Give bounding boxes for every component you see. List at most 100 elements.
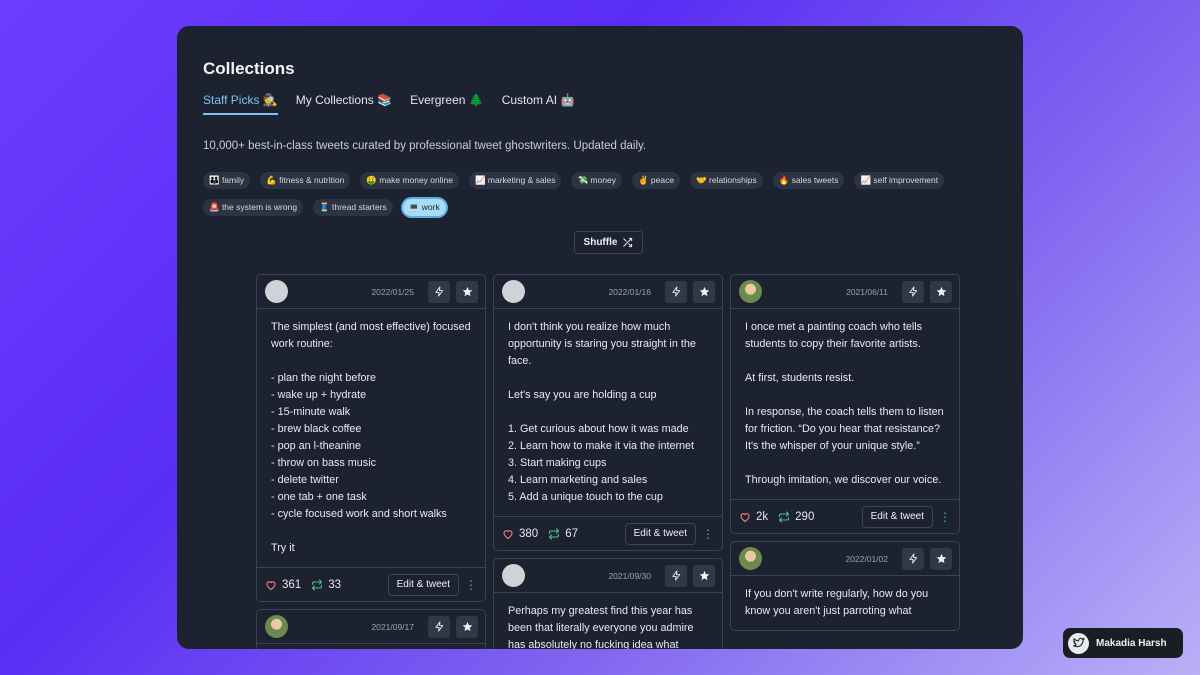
favorite-button[interactable] bbox=[693, 564, 715, 587]
bolt-icon bbox=[434, 286, 443, 297]
tag-work[interactable]: 💻 work bbox=[402, 199, 446, 216]
collection-tabs: Staff Picks 🕵️ My Collections 📚 Evergree… bbox=[203, 93, 575, 115]
card-header: 2021/09/17 bbox=[257, 610, 485, 644]
card-footer: 2k 290 Edit & tweet ⋮ bbox=[731, 499, 959, 533]
tweet-date: 2021/06/11 bbox=[846, 286, 888, 297]
retweet-count: 33 bbox=[328, 578, 341, 591]
more-vertical-icon[interactable]: ⋮ bbox=[939, 510, 951, 524]
tweet-column-3: 2021/06/11 I once met a painting coach w… bbox=[730, 274, 960, 638]
page-title: Collections bbox=[203, 59, 295, 78]
like-stat: 380 bbox=[502, 528, 538, 540]
like-count: 2k bbox=[756, 510, 769, 523]
card-header: 2021/09/30 bbox=[494, 559, 722, 593]
favorite-button[interactable] bbox=[456, 280, 478, 303]
avatar bbox=[502, 564, 525, 587]
collection-description: 10,000+ best-in-class tweets curated by … bbox=[203, 140, 647, 152]
tag-marketing-sales[interactable]: 📈 marketing & sales bbox=[468, 172, 562, 189]
generate-button[interactable] bbox=[902, 280, 924, 303]
generate-button[interactable] bbox=[428, 280, 450, 303]
edit-tweet-button[interactable]: Edit & tweet bbox=[861, 505, 933, 528]
like-stat: 361 bbox=[265, 579, 301, 591]
tag-thread-starters[interactable]: 🧵 thread starters bbox=[313, 199, 393, 216]
shuffle-button[interactable]: Shuffle bbox=[574, 231, 643, 254]
retweet-icon bbox=[779, 510, 790, 523]
tweet-card: 2022/01/02 If you don't write regularly,… bbox=[730, 541, 960, 631]
tab-evergreen[interactable]: Evergreen 🌲 bbox=[410, 93, 484, 115]
tweet-text: The simplest (and most effective) focuse… bbox=[271, 321, 471, 554]
generate-button[interactable] bbox=[665, 564, 687, 587]
tab-custom-ai[interactable]: Custom AI 🤖 bbox=[502, 93, 576, 115]
tweet-date: 2022/01/16 bbox=[608, 286, 651, 297]
generate-button[interactable] bbox=[428, 615, 450, 638]
avatar bbox=[739, 280, 762, 303]
tag-filter-list: 👪 family 💪 fitness & nutrition 🤑 make mo… bbox=[203, 172, 993, 216]
card-header: 2022/01/16 bbox=[494, 275, 722, 309]
tweet-card: 2021/09/30 Perhaps my greatest find this… bbox=[493, 558, 723, 649]
tag-sales-tweets[interactable]: 🔥 sales tweets bbox=[772, 172, 845, 189]
tag-money[interactable]: 💸 money bbox=[571, 172, 622, 189]
tweet-text: I don't think you realize how much oppor… bbox=[508, 321, 696, 503]
star-icon bbox=[462, 621, 472, 632]
tweet-date: 2021/09/17 bbox=[371, 621, 414, 632]
card-header: 2022/01/25 bbox=[257, 275, 485, 309]
bolt-icon bbox=[671, 570, 680, 581]
edit-tweet-button[interactable]: Edit & tweet bbox=[387, 573, 459, 596]
star-icon bbox=[699, 570, 709, 581]
avatar bbox=[265, 615, 288, 638]
star-icon bbox=[462, 286, 472, 297]
retweet-stat: 33 bbox=[311, 579, 341, 591]
tab-my-collections[interactable]: My Collections 📚 bbox=[296, 93, 392, 115]
tweet-text: If you don't write regularly, how do you… bbox=[745, 588, 929, 617]
more-vertical-icon[interactable]: ⋮ bbox=[465, 578, 477, 592]
tag-family[interactable]: 👪 family bbox=[203, 172, 251, 189]
retweet-icon bbox=[549, 527, 560, 540]
heart-icon bbox=[266, 580, 276, 590]
like-count: 361 bbox=[282, 578, 302, 591]
card-header: 2021/06/11 bbox=[731, 275, 959, 309]
tweet-date: 2022/01/02 bbox=[845, 553, 888, 564]
card-header: 2022/01/02 bbox=[731, 542, 959, 576]
generate-button[interactable] bbox=[902, 547, 924, 570]
shuffle-label: Shuffle bbox=[583, 237, 618, 248]
tweet-column-1: 2022/01/25 The simplest (and most effect… bbox=[256, 274, 486, 649]
favorite-button[interactable] bbox=[456, 615, 478, 638]
retweet-stat: 67 bbox=[548, 528, 578, 540]
shuffle-icon bbox=[623, 237, 633, 248]
collections-panel: Collections Staff Picks 🕵️ My Collection… bbox=[177, 26, 1023, 649]
avatar bbox=[502, 280, 525, 303]
tag-relationships[interactable]: 🤝 relationships bbox=[690, 172, 763, 189]
tab-staff-picks[interactable]: Staff Picks 🕵️ bbox=[203, 93, 278, 115]
card-footer: 380 67 Edit & tweet ⋮ bbox=[494, 516, 722, 550]
tweet-date: 2021/09/30 bbox=[608, 570, 651, 581]
retweet-stat: 290 bbox=[778, 511, 814, 523]
edit-tweet-button[interactable]: Edit & tweet bbox=[624, 522, 696, 545]
bolt-icon bbox=[908, 553, 917, 564]
author-badge[interactable]: Makadia Harsh bbox=[1063, 628, 1183, 658]
favorite-button[interactable] bbox=[930, 547, 952, 570]
favorite-button[interactable] bbox=[930, 280, 952, 303]
favorite-button[interactable] bbox=[693, 280, 715, 303]
avatar bbox=[265, 280, 288, 303]
like-stat: 2k bbox=[739, 511, 768, 523]
tweet-date: 2022/01/25 bbox=[371, 286, 414, 297]
tweet-column-2: 2022/01/16 I don't think you realize how… bbox=[493, 274, 723, 649]
retweet-icon bbox=[312, 578, 323, 591]
more-vertical-icon[interactable]: ⋮ bbox=[702, 527, 714, 541]
tag-fitness-nutrition[interactable]: 💪 fitness & nutrition bbox=[260, 172, 351, 189]
star-icon bbox=[936, 286, 946, 297]
retweet-count: 290 bbox=[795, 510, 815, 523]
card-footer: 361 33 Edit & tweet ⋮ bbox=[257, 567, 485, 601]
heart-icon bbox=[740, 512, 750, 522]
tweet-text: I once met a painting coach who tells st… bbox=[745, 321, 944, 486]
star-icon bbox=[936, 553, 946, 564]
retweet-count: 67 bbox=[565, 527, 578, 540]
star-icon bbox=[699, 286, 709, 297]
author-name: Makadia Harsh bbox=[1096, 637, 1167, 649]
tag-self-improvement[interactable]: 📈 self improvement bbox=[854, 172, 945, 189]
generate-button[interactable] bbox=[665, 280, 687, 303]
avatar bbox=[739, 547, 762, 570]
tweet-card: 2022/01/25 The simplest (and most effect… bbox=[256, 274, 486, 602]
tag-system-is-wrong[interactable]: 🚨 the system is wrong bbox=[203, 199, 304, 216]
tag-make-money-online[interactable]: 🤑 make money online bbox=[360, 172, 459, 189]
tag-peace[interactable]: ✌️ peace bbox=[631, 172, 681, 189]
